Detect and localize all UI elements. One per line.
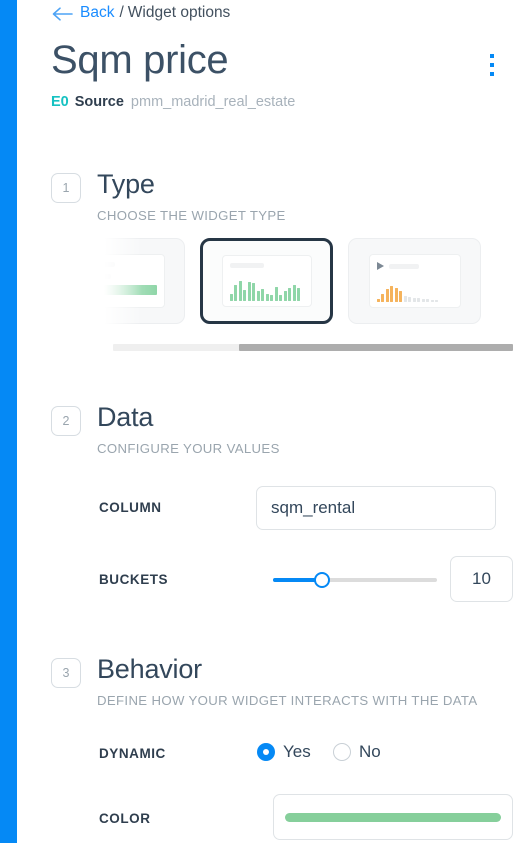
step-badge-2: 2 <box>51 406 81 436</box>
thumb-bar <box>283 291 287 301</box>
source-row: E0 Source pmm_madrid_real_estate <box>51 94 295 110</box>
left-accent-stripe <box>0 0 17 843</box>
thumb-bar <box>234 285 237 301</box>
thumb-bar <box>381 293 384 302</box>
radio-label-yes: Yes <box>283 742 311 761</box>
play-icon <box>376 262 384 270</box>
widget-options-page: Back / Widget options Sqm price E0 Sourc… <box>17 0 520 843</box>
step-badge-3: 3 <box>51 658 81 688</box>
thumb-bar <box>292 285 296 301</box>
thumb-bar <box>279 295 282 301</box>
buckets-label: BUCKETS <box>99 572 169 587</box>
color-label: COLOR <box>99 811 151 826</box>
section-title-behavior: Behavior <box>97 654 202 684</box>
widget-type-scrollbar[interactable] <box>113 344 513 351</box>
radio-indicator-no <box>333 743 351 761</box>
buckets-value-input[interactable] <box>450 556 513 602</box>
step-badge-1: 1 <box>51 173 81 203</box>
thumb-bar <box>390 286 393 302</box>
dynamic-label: DYNAMIC <box>99 746 166 761</box>
section-subtitle-type: CHOOSE THE WIDGET TYPE <box>97 207 286 223</box>
breadcrumb: Back / Widget options <box>52 2 230 24</box>
thumb-bar <box>256 291 260 301</box>
thumb-bar <box>261 288 264 301</box>
thumb-bar <box>229 294 233 301</box>
section-subtitle-data: CONFIGURE YOUR VALUES <box>97 440 280 456</box>
buckets-slider[interactable] <box>273 572 437 588</box>
source-label: Source <box>74 94 124 110</box>
thumb-bar <box>376 299 380 302</box>
thumb-bar <box>252 283 255 301</box>
widget-type-card-histogram[interactable] <box>200 238 333 324</box>
color-picker[interactable] <box>273 794 513 840</box>
section-behavior-header: 3 Behavior DEFINE HOW YOUR WIDGET INTERA… <box>51 653 477 708</box>
section-data-header: 2 Data CONFIGURE YOUR VALUES <box>51 401 280 456</box>
slider-handle[interactable] <box>314 572 331 588</box>
kebab-menu-icon[interactable] <box>481 48 503 82</box>
thumb-bar <box>247 282 251 301</box>
thumb-bar <box>430 300 434 302</box>
thumb-bar <box>274 286 278 301</box>
radio-dynamic-yes[interactable]: Yes <box>257 742 311 762</box>
section-title-data: Data <box>97 402 154 432</box>
section-title-type: Type <box>97 169 155 199</box>
breadcrumb-separator: / <box>119 4 124 21</box>
widget-type-card-list[interactable] <box>100 238 520 324</box>
player-thumbnail <box>368 254 461 308</box>
thumb-line <box>388 263 419 269</box>
breadcrumb-current: Widget options <box>127 4 231 21</box>
radio-label-no: No <box>359 742 381 761</box>
thumb-play-row <box>376 262 453 270</box>
thumb-bar <box>435 300 438 302</box>
thumb-bar <box>243 289 246 301</box>
arrow-left-icon[interactable] <box>52 7 73 21</box>
source-badge: E0 <box>51 94 69 110</box>
thumb-bar <box>412 298 416 302</box>
thumb-progress-bar <box>100 285 157 295</box>
thumb-bar <box>265 294 269 301</box>
thumb-bar <box>288 287 291 301</box>
kebab-dot <box>490 54 494 58</box>
thumb-bar <box>417 298 420 302</box>
progress-bar-thumbnail <box>100 254 165 308</box>
thumb-bar <box>421 299 425 302</box>
thumb-line <box>100 274 111 279</box>
widget-type-card-progress-bar[interactable] <box>100 238 185 324</box>
page-title: Sqm price <box>51 38 229 82</box>
player-thumb-bars <box>376 280 453 302</box>
widget-type-scrollbar-thumb[interactable] <box>239 344 513 351</box>
radio-dynamic-no[interactable]: No <box>333 742 381 762</box>
histogram-thumbnail <box>221 255 312 307</box>
thumb-bar <box>385 288 389 302</box>
thumb-bar <box>403 296 407 302</box>
thumb-line <box>100 262 115 267</box>
kebab-dot <box>490 72 494 76</box>
thumb-bar <box>270 295 273 301</box>
thumb-bar <box>394 287 398 302</box>
thumb-bar <box>408 297 411 302</box>
back-link[interactable]: Back <box>80 4 114 22</box>
column-label: COLUMN <box>99 500 162 515</box>
color-swatch <box>285 812 501 822</box>
thumb-bar <box>297 287 300 301</box>
section-type-header: 1 Type CHOOSE THE WIDGET TYPE <box>51 168 286 223</box>
column-input[interactable] <box>256 486 496 530</box>
source-value: pmm_madrid_real_estate <box>130 94 296 110</box>
thumb-bar <box>426 299 429 302</box>
thumb-bar <box>238 281 242 301</box>
thumb-line <box>229 263 264 268</box>
section-subtitle-behavior: DEFINE HOW YOUR WIDGET INTERACTS WITH TH… <box>97 692 478 708</box>
radio-indicator-yes <box>257 743 275 761</box>
widget-type-card-player[interactable] <box>348 238 481 324</box>
kebab-dot <box>490 63 494 67</box>
thumb-bar <box>399 290 402 302</box>
histogram-thumb-bars <box>229 279 304 301</box>
